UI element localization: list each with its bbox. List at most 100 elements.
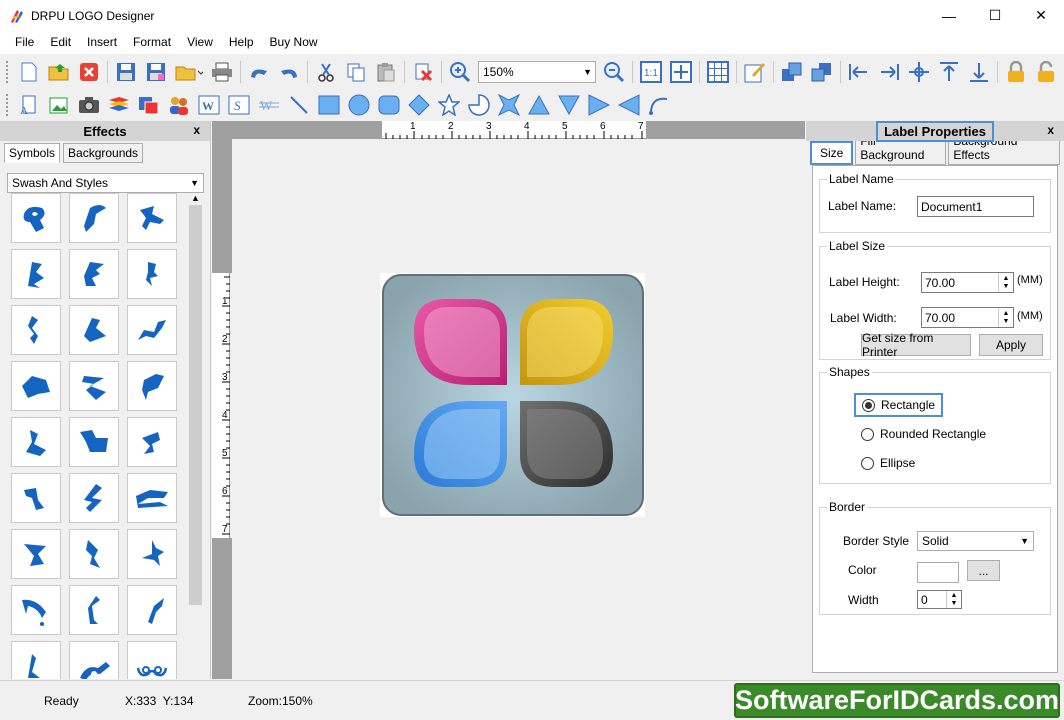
symbol-item[interactable] <box>69 361 119 411</box>
symbol-item[interactable] <box>127 193 177 243</box>
symbol-item[interactable] <box>127 473 177 523</box>
symbol-item[interactable] <box>11 193 61 243</box>
menu-insert[interactable]: Insert <box>79 31 125 54</box>
toolbar-grip[interactable] <box>6 93 10 116</box>
line-tool-icon[interactable] <box>287 93 311 117</box>
symbol-item[interactable] <box>69 641 119 679</box>
symbol-item[interactable] <box>69 249 119 299</box>
label-height-stepper[interactable]: 70.00 ▲ ▼ <box>921 272 1014 293</box>
text-tool-icon[interactable]: A <box>17 93 41 117</box>
shapes-library-icon[interactable] <box>137 93 161 117</box>
symbol-category-select[interactable]: Swash And Styles ▼ <box>7 173 204 193</box>
delete-icon[interactable] <box>411 60 435 84</box>
grid-icon[interactable] <box>706 60 730 84</box>
scroll-thumb[interactable] <box>189 205 202 605</box>
export-icon[interactable] <box>174 60 204 84</box>
copy-icon[interactable] <box>344 60 368 84</box>
symbol-item[interactable] <box>69 305 119 355</box>
zoom-out-icon[interactable] <box>602 60 626 84</box>
symbol-item[interactable] <box>127 585 177 635</box>
border-width-stepper[interactable]: 0 ▲ ▼ <box>917 590 962 609</box>
redo-icon[interactable] <box>277 60 301 84</box>
users-icon[interactable] <box>167 93 191 117</box>
image-tool-icon[interactable] <box>47 93 71 117</box>
label-name-field[interactable]: Document1 <box>917 196 1034 217</box>
zoom-combo[interactable]: 150% ▼ <box>478 60 596 83</box>
toolbar-grip[interactable] <box>6 60 10 83</box>
actual-size-icon[interactable]: 1:1 <box>639 60 663 84</box>
symbol-item[interactable] <box>11 585 61 635</box>
zoom-in-icon[interactable] <box>448 60 472 84</box>
rounded-rect-tool-icon[interactable] <box>377 93 401 117</box>
menu-buy-now[interactable]: Buy Now <box>262 31 326 54</box>
tab-backgrounds[interactable]: Backgrounds <box>63 143 144 163</box>
symbol-item[interactable] <box>127 529 177 579</box>
symbol-item[interactable] <box>69 417 119 467</box>
triangle-up-tool-icon[interactable] <box>527 93 551 117</box>
align-center-icon[interactable] <box>907 60 931 84</box>
watermark-icon[interactable]: W <box>257 93 281 117</box>
symbol-item[interactable] <box>11 529 61 579</box>
border-style-select[interactable]: Solid ▼ <box>917 531 1034 551</box>
symbol-item[interactable] <box>11 305 61 355</box>
symbol-item[interactable] <box>11 641 61 679</box>
close-window-button[interactable]: ✕ <box>1018 0 1064 31</box>
new-icon[interactable] <box>17 60 41 84</box>
align-left-icon[interactable] <box>847 60 871 84</box>
symbol-scrollbar[interactable]: ▲ <box>187 193 204 679</box>
triangle-right-tool-icon[interactable] <box>587 93 611 117</box>
lock-icon[interactable] <box>1004 60 1028 84</box>
print-icon[interactable] <box>210 60 234 84</box>
symbol-item[interactable] <box>69 529 119 579</box>
symbol-item[interactable] <box>11 249 61 299</box>
save-icon[interactable] <box>114 60 138 84</box>
symbol-item[interactable] <box>69 585 119 635</box>
triangle-left-tool-icon[interactable] <box>617 93 641 117</box>
menu-format[interactable]: Format <box>125 31 179 54</box>
chevron-up-icon[interactable]: ▲ <box>191 193 200 203</box>
radio-rectangle[interactable]: Rectangle <box>854 393 944 417</box>
send-back-icon[interactable] <box>810 60 834 84</box>
symbol-item[interactable] <box>127 641 177 679</box>
symbol-item[interactable] <box>11 473 61 523</box>
symbol-item[interactable] <box>11 361 61 411</box>
star4-tool-icon[interactable] <box>497 93 521 117</box>
menu-file[interactable]: File <box>7 31 42 54</box>
apply-button[interactable]: Apply <box>979 334 1043 356</box>
symbol-item[interactable] <box>127 249 177 299</box>
bring-front-icon[interactable] <box>780 60 804 84</box>
arc-tool-icon[interactable] <box>467 93 491 117</box>
paste-icon[interactable] <box>374 60 398 84</box>
open-icon[interactable] <box>47 60 71 84</box>
word-art-icon[interactable]: W <box>197 93 221 117</box>
diamond-tool-icon[interactable] <box>407 93 431 117</box>
curve-text-icon[interactable]: S <box>227 93 251 117</box>
logo-document[interactable] <box>380 273 645 517</box>
fit-window-icon[interactable] <box>669 60 693 84</box>
symbol-item[interactable] <box>127 417 177 467</box>
minimize-button[interactable]: — <box>926 0 972 31</box>
symbol-item[interactable] <box>69 473 119 523</box>
color-picker-button[interactable]: ... <box>967 560 1000 581</box>
get-size-from-printer-button[interactable]: Get size from Printer <box>861 331 971 359</box>
design-canvas-area[interactable]: 1 2 3 4 5 6 7 1 2 3 4 5 6 7 <box>212 121 805 679</box>
close-icon[interactable]: x <box>1047 123 1054 137</box>
symbol-item[interactable] <box>127 305 177 355</box>
radio-ellipse[interactable]: Ellipse <box>861 456 915 470</box>
triangle-down-tool-icon[interactable] <box>557 93 581 117</box>
menu-view[interactable]: View <box>179 31 221 54</box>
rectangle-tool-icon[interactable] <box>317 93 341 117</box>
camera-icon[interactable] <box>77 93 101 117</box>
save-as-icon[interactable] <box>144 60 168 84</box>
cut-icon[interactable] <box>314 60 338 84</box>
symbol-item[interactable] <box>11 417 61 467</box>
unlock-icon[interactable] <box>1034 60 1058 84</box>
close-doc-icon[interactable] <box>77 60 101 84</box>
close-icon[interactable]: x <box>193 123 200 137</box>
menu-edit[interactable]: Edit <box>42 31 79 54</box>
layers-icon[interactable] <box>107 93 131 117</box>
edit-properties-icon[interactable] <box>743 60 767 84</box>
star-tool-icon[interactable] <box>437 93 461 117</box>
symbol-item[interactable] <box>127 361 177 411</box>
maximize-button[interactable]: ☐ <box>972 0 1018 31</box>
